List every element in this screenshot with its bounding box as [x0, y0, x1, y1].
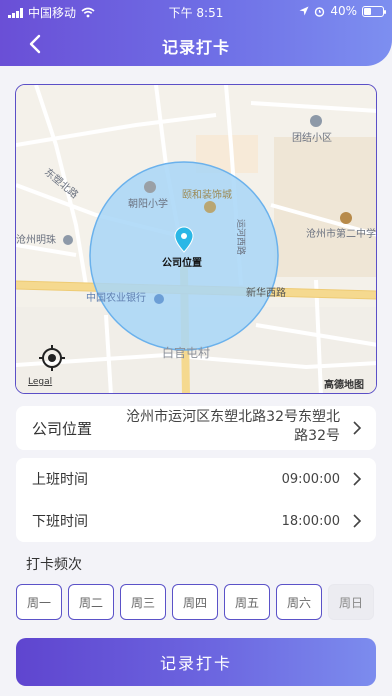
- end-time-row[interactable]: 下班时间 18:00:00: [16, 500, 376, 542]
- day-toggle-wed[interactable]: 周三: [120, 584, 166, 620]
- day-toggle-mon[interactable]: 周一: [16, 584, 62, 620]
- residence-icon: [310, 115, 322, 127]
- battery-icon: [362, 5, 386, 17]
- chevron-right-icon: [353, 472, 362, 486]
- location-arrow-icon: [299, 6, 309, 16]
- start-time-value: 09:00:00: [281, 471, 340, 487]
- school-icon: [144, 181, 156, 193]
- address-line-2: 路32号: [294, 428, 340, 444]
- work-time-card: 上班时间 09:00:00 下班时间 18:00:00: [16, 458, 376, 542]
- header: 中国移动 下午 8:51 40% 记录打卡: [0, 0, 392, 66]
- company-address: 沧州市运河区东塑北路32号东塑北 路32号: [108, 408, 340, 446]
- record-checkin-button[interactable]: 记录打卡: [16, 638, 376, 686]
- company-location-row[interactable]: 公司位置 沧州市运河区东塑北路32号东塑北 路32号: [16, 406, 376, 450]
- map-legal-link[interactable]: Legal: [28, 377, 52, 387]
- start-time-row[interactable]: 上班时间 09:00:00: [16, 458, 376, 500]
- start-time-label: 上班时间: [32, 472, 88, 488]
- weekday-selector: 周一 周二 周三 周四 周五 周六 周日: [16, 584, 376, 620]
- bank-icon: [154, 294, 164, 304]
- map-label-tuanjie: 团结小区: [292, 131, 332, 144]
- map-label-mingzhu: 沧州明珠: [16, 233, 56, 246]
- map-label-xinhua-road: 新华西路: [246, 286, 286, 299]
- alarm-icon: [315, 6, 325, 17]
- mall-icon: [204, 201, 216, 213]
- day-toggle-thu[interactable]: 周四: [172, 584, 218, 620]
- company-location-card[interactable]: 公司位置 沧州市运河区东塑北路32号东塑北 路32号: [16, 406, 376, 450]
- status-bar: 中国移动 下午 8:51 40%: [0, 0, 392, 22]
- map-label-abc-bank: 中国农业银行: [86, 291, 146, 304]
- battery-percent: 40%: [330, 4, 357, 18]
- map-label-baiguan: 白官屯村: [162, 345, 210, 360]
- day-toggle-fri[interactable]: 周五: [224, 584, 270, 620]
- amap-logo: 高德地图: [324, 378, 364, 391]
- map-label-chaoyang: 朝阳小学: [128, 197, 168, 210]
- day-toggle-sun[interactable]: 周日: [328, 584, 374, 620]
- map-label-yihe: 颐和装饰城: [182, 188, 232, 201]
- day-toggle-sat[interactable]: 周六: [276, 584, 322, 620]
- chevron-right-icon: [353, 421, 362, 435]
- building-icon: [63, 235, 73, 245]
- map-label-yunhe-road: 运河西路: [235, 219, 247, 255]
- address-line-1: 沧州市运河区东塑北路32号东塑北: [126, 409, 340, 425]
- location-map[interactable]: 团结小区 东塑北路 朝阳小学 颐和装饰城 沧州市第二中学 沧州明珠 中国农业银行…: [15, 84, 377, 394]
- company-location-label: 公司位置: [32, 419, 93, 438]
- chevron-right-icon: [353, 514, 362, 528]
- page-title: 记录打卡: [161, 38, 230, 57]
- day-toggle-tue[interactable]: 周二: [68, 584, 114, 620]
- end-time-label: 下班时间: [32, 514, 88, 530]
- map-label-company: 公司位置: [162, 256, 202, 269]
- end-time-value: 18:00:00: [281, 513, 340, 529]
- map-canvas[interactable]: 团结小区 东塑北路 朝阳小学 颐和装饰城 沧州市第二中学 沧州明珠 中国农业银行…: [16, 85, 377, 394]
- map-label-school2: 沧州市第二中学: [306, 227, 376, 240]
- frequency-title: 打卡频次: [26, 557, 82, 573]
- school-icon: [340, 212, 352, 224]
